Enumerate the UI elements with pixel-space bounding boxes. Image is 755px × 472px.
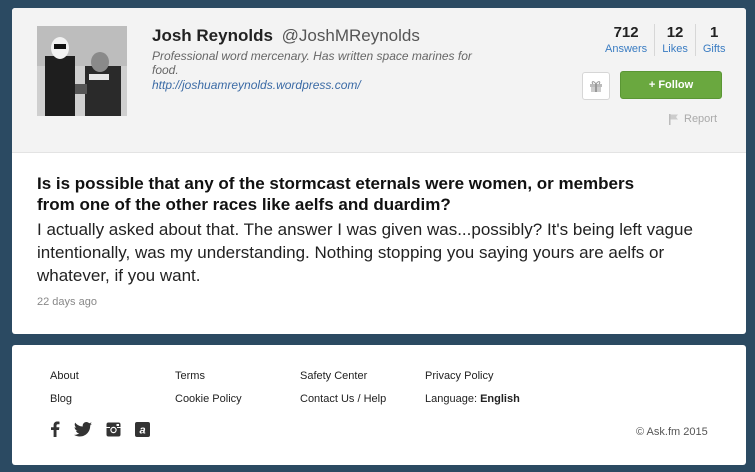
askfm-icon[interactable]: a — [135, 421, 150, 437]
stat-gifts[interactable]: 1 Gifts — [694, 24, 733, 56]
stat-likes-label: Likes — [662, 43, 688, 55]
language-selector[interactable]: Language: English — [425, 393, 520, 405]
language-value: English — [480, 393, 520, 405]
stat-likes-value: 12 — [666, 24, 684, 41]
twitter-icon[interactable] — [74, 421, 92, 437]
gift-button[interactable] — [582, 72, 610, 100]
instagram-icon[interactable] — [106, 422, 121, 437]
stat-gifts-value: 1 — [710, 24, 719, 41]
footer-link-safety-center[interactable]: Safety Center — [300, 370, 367, 382]
follow-button[interactable]: + Follow — [620, 71, 722, 99]
flag-icon — [669, 113, 678, 125]
stat-answers[interactable]: 712 Answers — [598, 24, 654, 56]
social-links: a — [50, 421, 164, 437]
profile-header: Josh Reynolds @JoshMReynolds Professiona… — [12, 8, 746, 153]
avatar[interactable] — [37, 26, 127, 116]
footer-link-terms[interactable]: Terms — [175, 370, 205, 382]
stat-answers-value: 712 — [613, 24, 639, 41]
language-label: Language: — [425, 393, 477, 405]
answer-timestamp[interactable]: 22 days ago — [37, 296, 97, 308]
profile-name-row: Josh Reynolds @JoshMReynolds — [152, 26, 420, 46]
report-button[interactable]: Report — [669, 113, 717, 125]
footer-link-contact[interactable]: Contact Us / Help — [300, 393, 386, 405]
report-label: Report — [684, 113, 718, 125]
footer-link-cookie-policy[interactable]: Cookie Policy — [175, 393, 242, 405]
gift-icon — [590, 81, 602, 92]
profile-handle[interactable]: @JoshMReynolds — [282, 26, 420, 45]
copyright: © Ask.fm 2015 — [636, 426, 708, 438]
footer-link-about[interactable]: About — [50, 370, 79, 382]
stat-gifts-label: Gifts — [702, 43, 726, 55]
answer-text: I actually asked about that. The answer … — [37, 220, 693, 285]
avatar-image — [37, 26, 127, 116]
stat-answers-label: Answers — [605, 43, 648, 55]
stat-likes[interactable]: 12 Likes — [654, 24, 695, 56]
profile-card: Josh Reynolds @JoshMReynolds Professiona… — [12, 8, 746, 334]
footer-link-privacy[interactable]: Privacy Policy — [425, 370, 493, 382]
facebook-icon[interactable] — [50, 421, 60, 437]
profile-bio: Professional word mercenary. Has written… — [152, 49, 472, 77]
footer-link-blog[interactable]: Blog — [50, 393, 72, 405]
svg-text:a: a — [139, 424, 145, 436]
profile-stats: 712 Answers 12 Likes 1 Gifts — [598, 24, 733, 56]
footer: About Blog Terms Cookie Policy Safety Ce… — [12, 345, 746, 465]
profile-name[interactable]: Josh Reynolds — [152, 26, 273, 45]
profile-website-link[interactable]: http://joshuamreynolds.wordpress.com/ — [152, 78, 361, 92]
question-text: Is is possible that any of the stormcast… — [37, 174, 635, 214]
